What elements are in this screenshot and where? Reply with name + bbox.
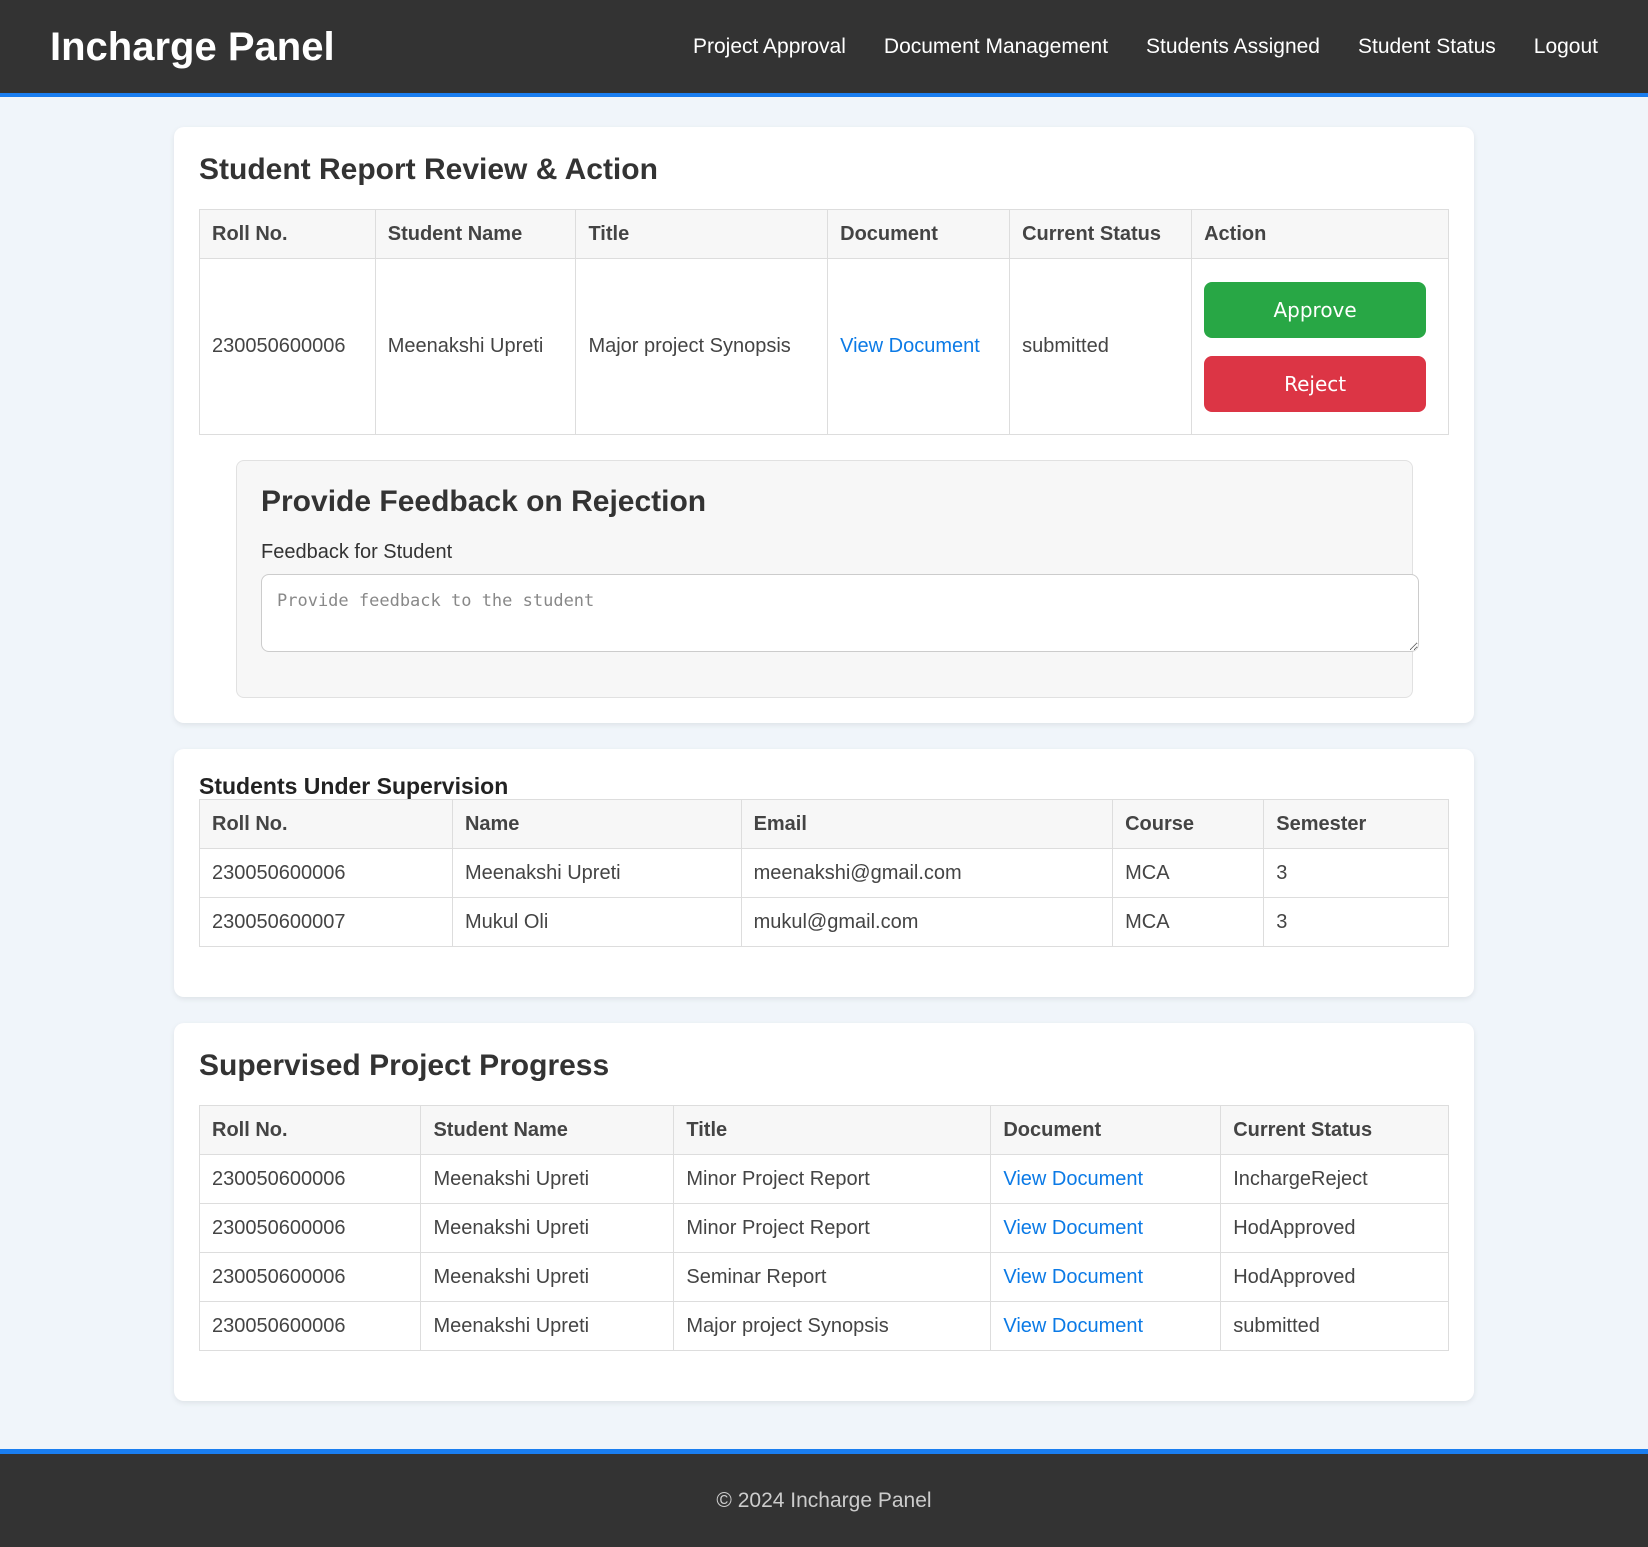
cell-course: MCA <box>1112 848 1265 898</box>
view-document-link[interactable]: View Document <box>1003 1168 1143 1190</box>
cell-title: Major project Synopsis <box>673 1301 992 1351</box>
cell-roll-no: 230050600006 <box>199 258 376 435</box>
feedback-label: Feedback for Student <box>261 541 453 563</box>
cell-roll-no: 230050600006 <box>198 1203 422 1253</box>
cell-title: Major project Synopsis <box>575 258 829 435</box>
cell-action: Approve Reject <box>1191 258 1449 435</box>
cell-status: HodApproved <box>1220 1203 1449 1253</box>
cell-name: Mukul Oli <box>451 897 742 947</box>
cell-roll-no: 230050600007 <box>199 897 453 947</box>
brand-title: Incharge Panel <box>50 25 335 69</box>
students-title: Students Under Supervision <box>199 773 509 799</box>
col-course: Course <box>1112 799 1265 849</box>
review-title: Student Report Review & Action <box>199 153 658 186</box>
view-document-link[interactable]: View Document <box>1003 1217 1143 1239</box>
approve-button[interactable]: Approve <box>1204 281 1427 338</box>
reject-button[interactable]: Reject <box>1204 355 1427 412</box>
progress-title: Supervised Project Progress <box>199 1049 610 1082</box>
col-student-name: Student Name <box>420 1105 675 1155</box>
col-roll-no: Roll No. <box>198 1105 422 1155</box>
col-student-name: Student Name <box>374 209 577 259</box>
cell-document: View Document <box>990 1252 1222 1302</box>
col-document: Document <box>990 1105 1222 1155</box>
cell-roll-no: 230050600006 <box>199 848 453 898</box>
progress-header-row: Roll No. Student Name Title Document Cur… <box>198 1105 1449 1155</box>
nav-logout[interactable]: Logout <box>1534 35 1598 59</box>
cell-title: Minor Project Report <box>673 1154 992 1204</box>
cell-title: Seminar Report <box>673 1252 992 1302</box>
col-action: Action <box>1191 209 1449 259</box>
cell-student-name: Meenakshi Upreti <box>420 1154 675 1204</box>
cell-semester: 3 <box>1263 848 1449 898</box>
cell-status: submitted <box>1220 1301 1449 1351</box>
nav-document-management[interactable]: Document Management <box>884 35 1108 59</box>
progress-card: Supervised Project Progress Roll No. Stu… <box>174 1023 1474 1401</box>
col-current-status: Current Status <box>1220 1105 1449 1155</box>
cell-status: InchargeReject <box>1220 1154 1449 1204</box>
col-roll-no: Roll No. <box>199 799 453 849</box>
main-content: Student Report Review & Action Roll No. … <box>174 97 1474 1449</box>
review-card: Student Report Review & Action Roll No. … <box>174 127 1474 723</box>
cell-student-name: Meenakshi Upreti <box>420 1252 675 1302</box>
review-header-row: Roll No. Student Name Title Document Cur… <box>199 209 1449 259</box>
nav-student-status[interactable]: Student Status <box>1358 35 1496 59</box>
review-table: Roll No. Student Name Title Document Cur… <box>199 209 1449 435</box>
table-row: 230050600006 Meenakshi Upreti Major proj… <box>198 1301 1449 1351</box>
cell-roll-no: 230050600006 <box>198 1252 422 1302</box>
top-header: Incharge Panel Project Approval Document… <box>0 0 1648 97</box>
cell-student-name: Meenakshi Upreti <box>374 258 577 435</box>
view-document-link[interactable]: View Document <box>840 335 980 357</box>
table-row: 230050600007 Mukul Oli mukul@gmail.com M… <box>199 897 1449 947</box>
page-footer: © 2024 Incharge Panel <box>0 1449 1648 1547</box>
feedback-panel: Provide Feedback on Rejection Feedback f… <box>236 460 1419 698</box>
cell-email: meenakshi@gmail.com <box>740 848 1114 898</box>
cell-course: MCA <box>1112 897 1265 947</box>
cell-document: View Document <box>990 1203 1222 1253</box>
col-title: Title <box>673 1105 992 1155</box>
table-row: 230050600006 Meenakshi Upreti meenakshi@… <box>199 848 1449 898</box>
table-row: 230050600006 Meenakshi Upreti Major proj… <box>199 258 1449 435</box>
cell-roll-no: 230050600006 <box>198 1154 422 1204</box>
table-row: 230050600006 Meenakshi Upreti Minor Proj… <box>198 1154 1449 1204</box>
col-current-status: Current Status <box>1009 209 1193 259</box>
col-roll-no: Roll No. <box>199 209 376 259</box>
cell-roll-no: 230050600006 <box>198 1301 422 1351</box>
nav-project-approval[interactable]: Project Approval <box>693 35 846 59</box>
feedback-title: Provide Feedback on Rejection <box>261 485 707 518</box>
col-name: Name <box>451 799 742 849</box>
feedback-textarea[interactable] <box>261 574 1419 652</box>
students-card: Students Under Supervision Roll No. Name… <box>174 749 1474 997</box>
cell-name: Meenakshi Upreti <box>451 848 742 898</box>
cell-title: Minor Project Report <box>673 1203 992 1253</box>
cell-status: HodApproved <box>1220 1252 1449 1302</box>
cell-semester: 3 <box>1263 897 1449 947</box>
progress-table: Roll No. Student Name Title Document Cur… <box>198 1105 1449 1351</box>
footer-copyright: © 2024 Incharge Panel <box>716 1488 932 1512</box>
cell-email: mukul@gmail.com <box>740 897 1114 947</box>
cell-document: View Document <box>990 1301 1222 1351</box>
col-document: Document <box>827 209 1011 259</box>
table-row: 230050600006 Meenakshi Upreti Seminar Re… <box>198 1252 1449 1302</box>
students-header-row: Roll No. Name Email Course Semester <box>199 799 1449 849</box>
main-nav: Project Approval Document Management Stu… <box>655 35 1598 59</box>
view-document-link[interactable]: View Document <box>1003 1315 1143 1337</box>
view-document-link[interactable]: View Document <box>1003 1266 1143 1288</box>
cell-student-name: Meenakshi Upreti <box>420 1203 675 1253</box>
col-semester: Semester <box>1263 799 1449 849</box>
cell-status: submitted <box>1009 258 1193 435</box>
nav-students-assigned[interactable]: Students Assigned <box>1146 35 1320 59</box>
students-table: Roll No. Name Email Course Semester 2300… <box>199 799 1449 947</box>
table-row: 230050600006 Meenakshi Upreti Minor Proj… <box>198 1203 1449 1253</box>
cell-student-name: Meenakshi Upreti <box>420 1301 675 1351</box>
cell-document: View Document <box>827 258 1011 435</box>
cell-document: View Document <box>990 1154 1222 1204</box>
col-email: Email <box>740 799 1114 849</box>
col-title: Title <box>575 209 829 259</box>
